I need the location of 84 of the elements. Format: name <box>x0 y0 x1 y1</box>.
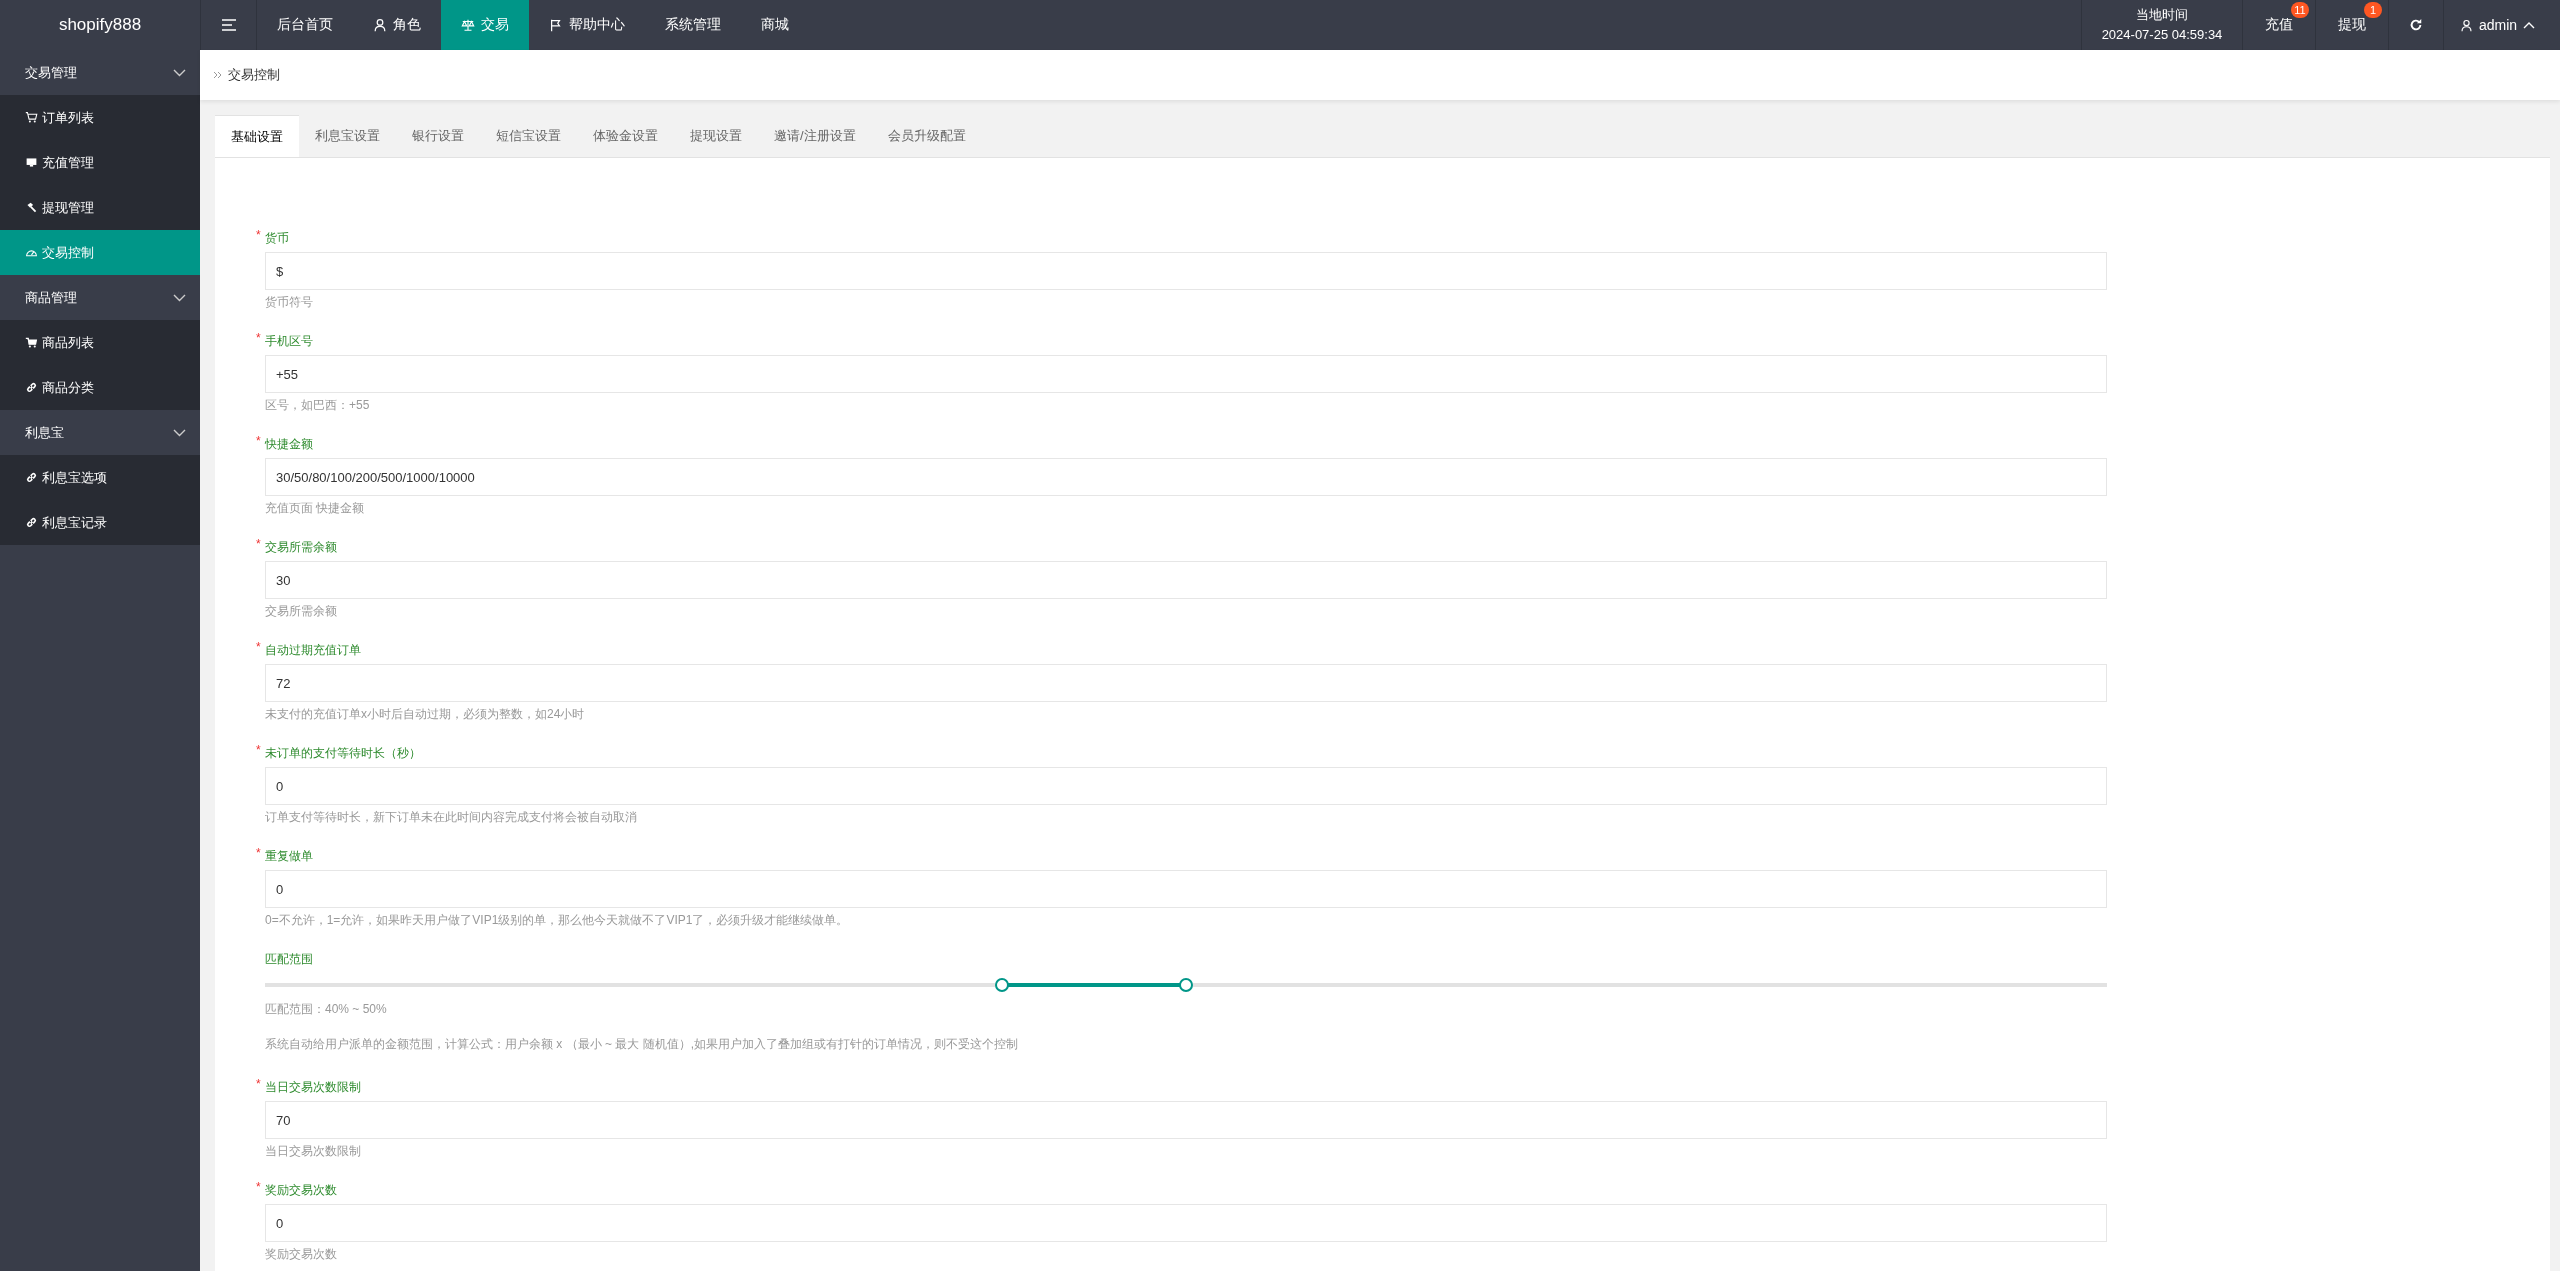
cart-icon <box>25 336 38 349</box>
nav-tab[interactable]: 商城 <box>741 0 809 50</box>
required-mark: * <box>256 433 261 450</box>
sidebar-item[interactable]: 商品列表 <box>0 320 200 365</box>
input-field[interactable]: 0 <box>265 1204 2107 1242</box>
field-hint: 交易所需余额 <box>265 603 338 620</box>
sidebar-item[interactable]: 订单列表 <box>0 95 200 140</box>
chevron-icon <box>173 68 186 77</box>
settings-tab[interactable]: 体验金设置 <box>577 115 674 157</box>
settings-tab[interactable]: 会员升级配置 <box>871 115 982 157</box>
required-mark: * <box>256 536 261 553</box>
hammer-icon <box>25 201 38 214</box>
nav-tab[interactable]: 交易 <box>441 0 529 50</box>
double-chevron-icon <box>213 71 222 79</box>
scale-icon <box>461 18 475 32</box>
field-label: 交易所需余额 <box>265 539 337 556</box>
chevron-icon <box>173 428 186 437</box>
sidebar-item[interactable]: 利息宝选项 <box>0 455 200 500</box>
input-field[interactable]: 72 <box>265 664 2107 702</box>
field-hint: 奖励交易次数 <box>265 1246 338 1263</box>
input-field[interactable]: 0 <box>265 870 2107 908</box>
field-hint: 未支付的充值订单x小时后自动过期，必须为整数，如24小时 <box>265 706 586 723</box>
clock-label: 当地时间 <box>2136 6 2188 24</box>
nav-tab[interactable]: 系统管理 <box>645 0 741 50</box>
settings-tab[interactable]: 基础设置 <box>215 115 299 157</box>
input-field[interactable]: 30 <box>265 561 2107 599</box>
sidebar-item[interactable]: 利息宝记录 <box>0 500 200 545</box>
chevron-icon <box>173 293 186 302</box>
field-label: 匹配范围 <box>265 951 313 968</box>
chevron-up-icon <box>2523 21 2536 29</box>
field-label: 货币 <box>265 230 289 247</box>
required-mark: * <box>256 742 261 759</box>
sidebar-item[interactable]: 充值管理 <box>0 140 200 185</box>
field-hint: 0=不允许，1=允许，如果昨天用户做了VIP1级别的单，那么他今天就做不了VIP1了，必须升级才能继续做单。 <box>265 912 850 929</box>
field-label: 未订单的支付等待时长（秒） <box>265 745 421 762</box>
nav-tab[interactable]: 角色 <box>353 0 441 50</box>
required-mark: * <box>256 1076 261 1093</box>
field-label: 奖励交易次数 <box>265 1182 337 1199</box>
clock-time: 2024-07-25 04:59:34 <box>2101 26 2223 44</box>
count-badge: 1 <box>2364 2 2382 18</box>
settings-tab[interactable]: 银行设置 <box>396 115 480 157</box>
slider-thumb[interactable] <box>994 978 1009 992</box>
cart-icon <box>25 111 38 124</box>
sidebar-item[interactable]: 提现管理 <box>0 185 200 230</box>
required-mark: * <box>256 1179 261 1196</box>
count-badge: 11 <box>2291 2 2309 18</box>
required-mark: * <box>256 227 261 244</box>
sidebar-item[interactable]: 商品分类 <box>0 365 200 410</box>
sidebar-item[interactable]: 交易控制 <box>0 230 200 275</box>
monitor-icon <box>25 156 38 169</box>
input-field[interactable]: $ <box>265 252 2107 290</box>
input-field[interactable]: +55 <box>265 355 2107 393</box>
breadcrumb-text: 交易控制 <box>228 66 280 84</box>
required-mark: * <box>256 845 261 862</box>
settings-tab[interactable]: 提现设置 <box>674 115 758 157</box>
field-label: 快捷金额 <box>265 436 313 453</box>
input-field[interactable]: 0 <box>265 767 2107 805</box>
user-icon <box>373 18 387 32</box>
required-mark: * <box>256 639 261 656</box>
nav-tab[interactable]: 帮助中心 <box>529 0 645 50</box>
range-reading: 匹配范围：40% ~ 50% <box>265 1001 388 1018</box>
field-label: 重复做单 <box>265 848 313 865</box>
field-hint: 区号，如巴西：+55 <box>265 397 371 414</box>
field-hint: 系统自动给用户派单的金额范围，计算公式：用户余额 x （最小 ~ 最大 随机值）,如果用户加入了叠加组或有打针的订单情况，则不受这个控制 <box>265 1036 1019 1053</box>
settings-tab[interactable]: 短信宝设置 <box>480 115 577 157</box>
field-label: 自动过期充值订单 <box>265 642 361 659</box>
field-label: 手机区号 <box>265 333 313 350</box>
user-icon <box>2460 18 2473 32</box>
field-hint: 货币符号 <box>265 294 314 311</box>
field-hint: 充值页面 快捷金额 <box>265 500 366 517</box>
required-mark: * <box>256 330 261 347</box>
field-label: 当日交易次数限制 <box>265 1079 361 1096</box>
field-hint: 订单支付等待时长，新下订单未在此时间内容完成支付将会被自动取消 <box>265 809 638 826</box>
slider-thumb[interactable] <box>1179 978 1193 992</box>
flag-icon <box>549 18 563 32</box>
link-icon <box>25 516 38 529</box>
settings-tab[interactable]: 邀请/注册设置 <box>758 115 872 157</box>
input-field[interactable]: 70 <box>265 1101 2107 1139</box>
link-icon <box>25 381 38 394</box>
input-field[interactable]: 30/50/80/100/200/500/1000/10000 <box>265 458 2107 496</box>
field-hint: 当日交易次数限制 <box>265 1143 362 1160</box>
link-icon <box>25 471 38 484</box>
nav-tab[interactable]: 后台首页 <box>257 0 353 50</box>
settings-tab[interactable]: 利息宝设置 <box>299 115 396 157</box>
